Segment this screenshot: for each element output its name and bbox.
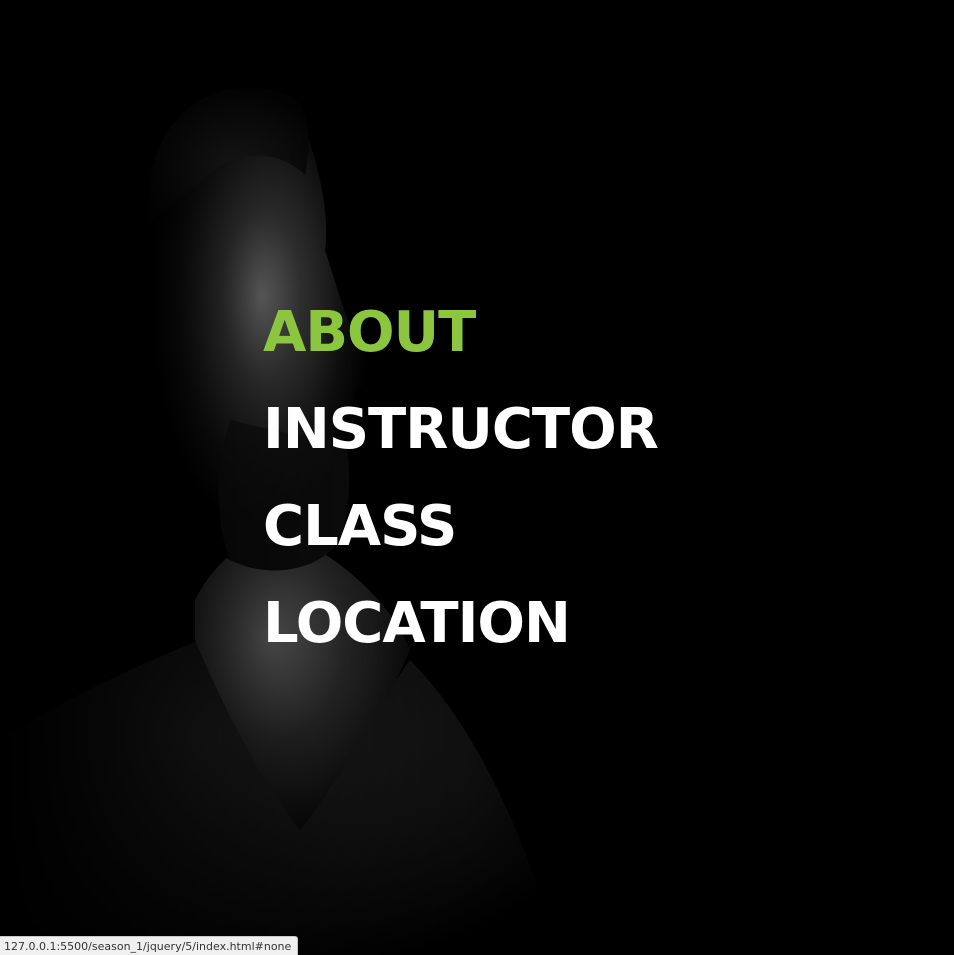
menu-item-class: CLASS [263,487,658,584]
browser-status-url: 127.0.0.1:5500/season_1/jquery/5/index.h… [0,936,299,955]
menu-link-location[interactable]: LOCATION [263,584,571,664]
menu-link-class[interactable]: CLASS [263,487,457,567]
main-menu: ABOUT INSTRUCTOR CLASS LOCATION [263,293,659,681]
menu-link-instructor[interactable]: INSTRUCTOR [263,390,659,470]
menu-item-about: ABOUT [263,293,658,390]
menu-link-about[interactable]: ABOUT [263,293,476,373]
page-root: ABOUT INSTRUCTOR CLASS LOCATION 127.0.0.… [0,0,954,955]
menu-item-location: LOCATION [263,584,658,681]
menu-item-instructor: INSTRUCTOR [263,390,659,487]
